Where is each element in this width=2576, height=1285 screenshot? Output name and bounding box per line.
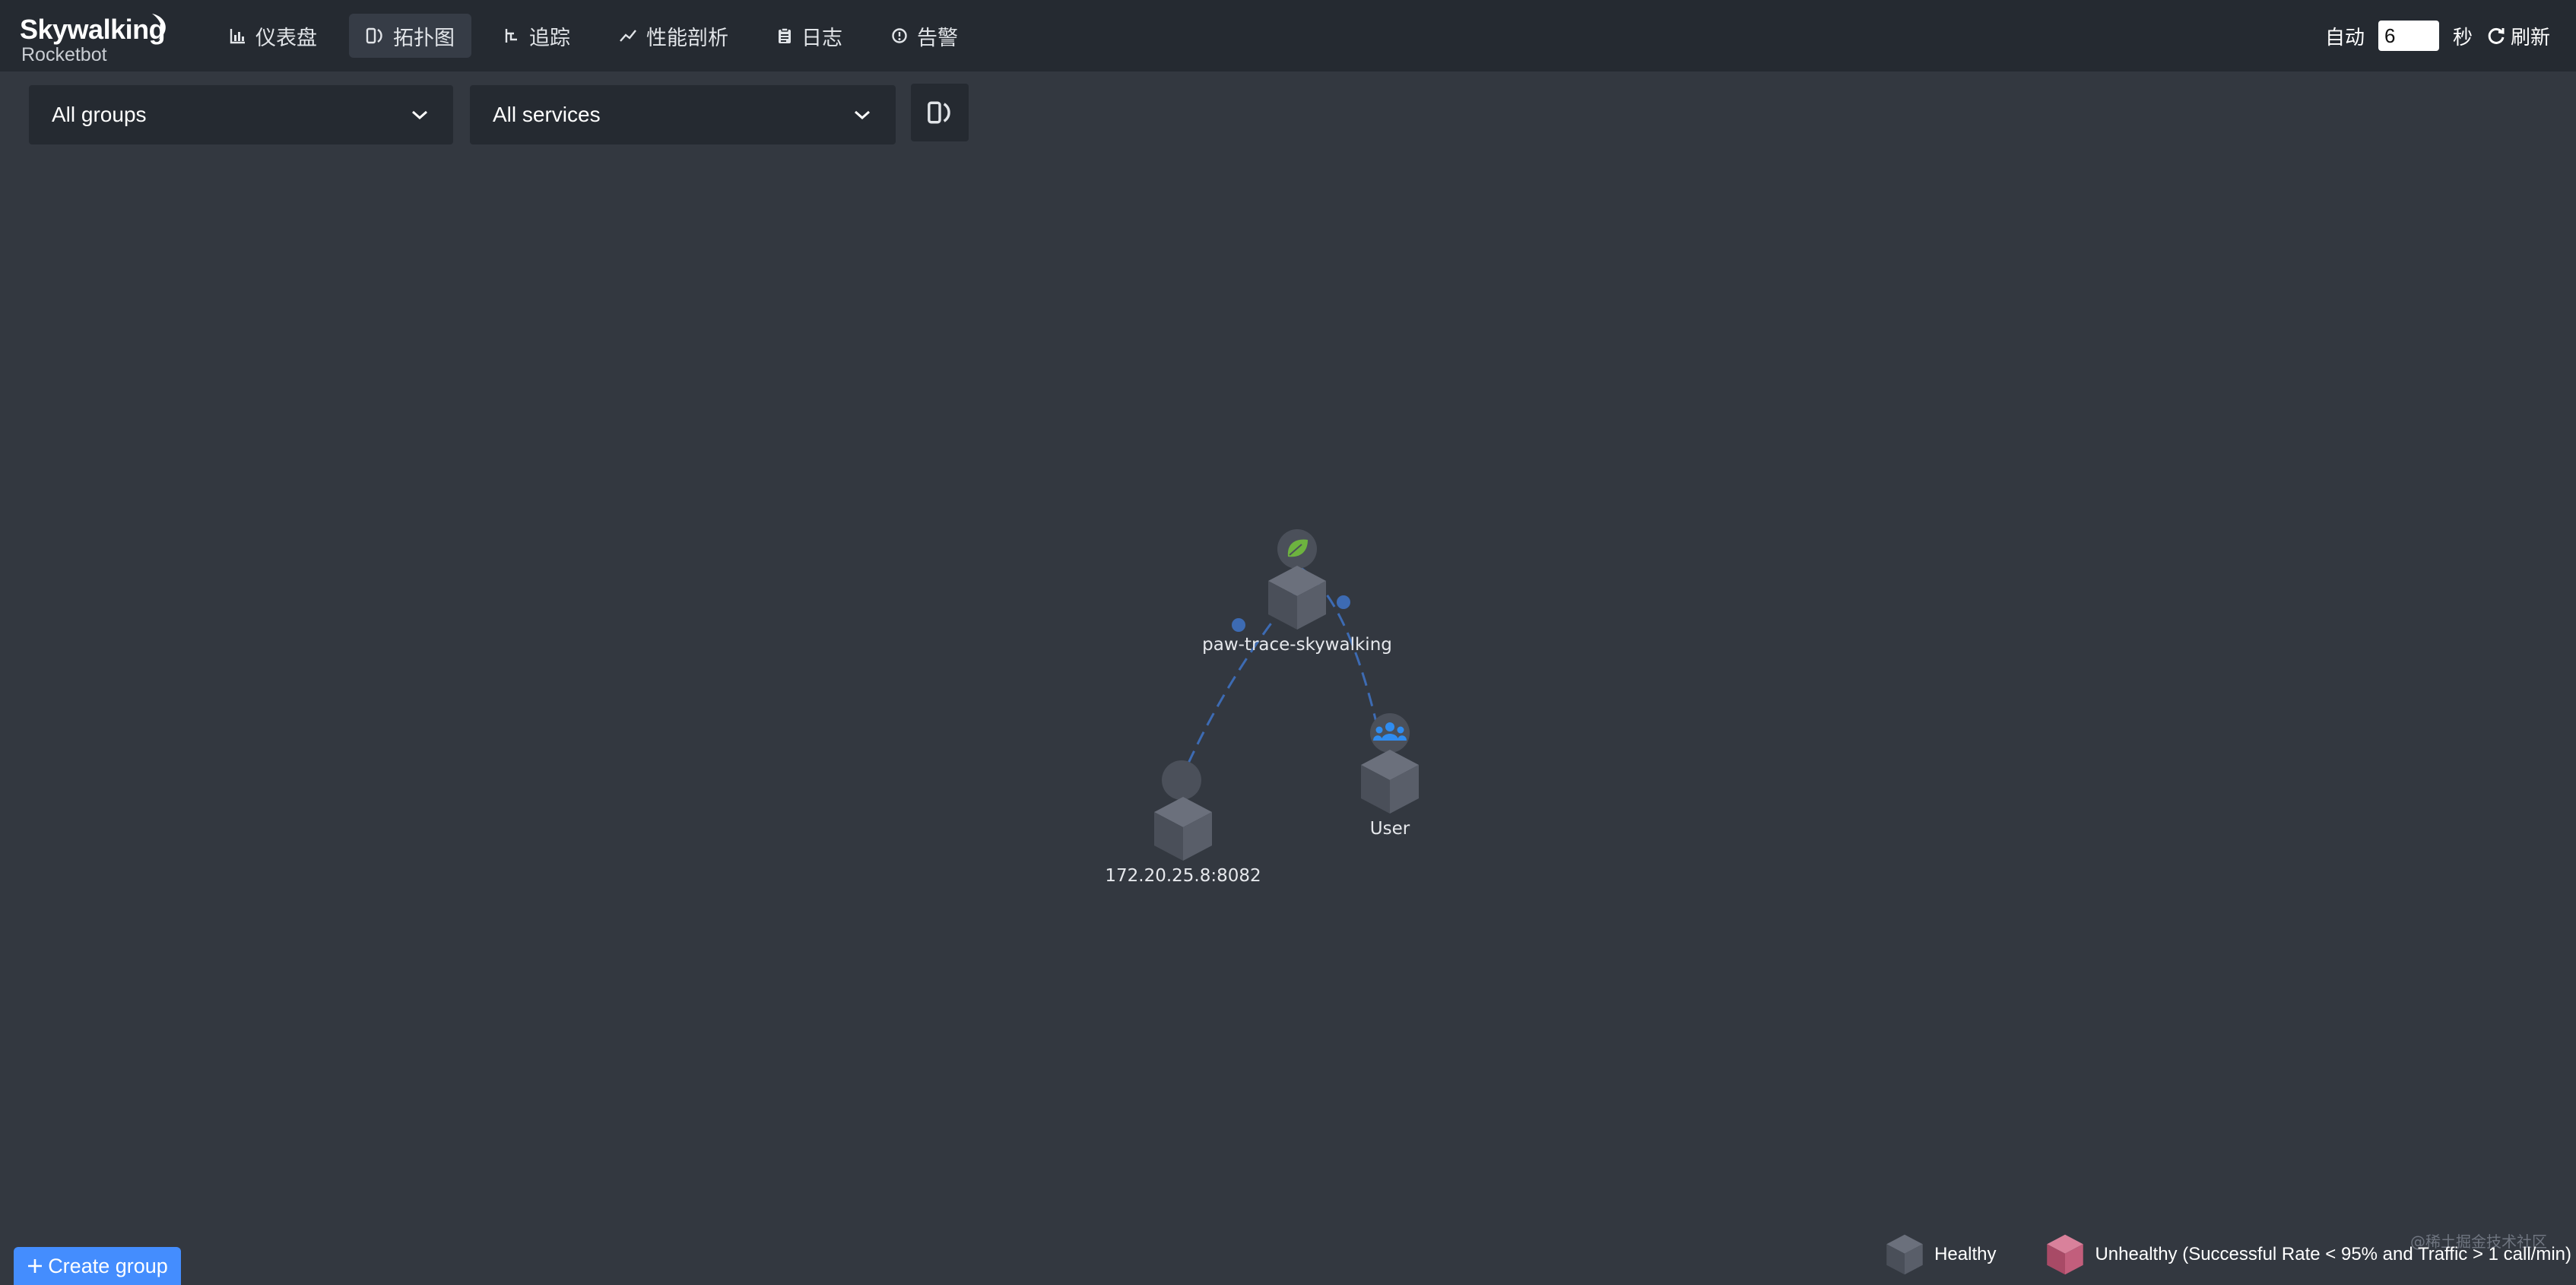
legend-healthy: Healthy (1886, 1233, 1996, 1277)
create-group-button[interactable]: Create group (14, 1247, 181, 1285)
unhealthy-cube-icon (2047, 1234, 2084, 1275)
unknown-service-icon (1162, 760, 1201, 800)
health-legend: Healthy Unhealthy (Successful Rate < 95%… (1886, 1224, 2576, 1285)
topology-node-172-20-25-8-8082[interactable] (1154, 760, 1212, 861)
node-label: User (1369, 819, 1410, 839)
node-label: 172.20.25.8:8082 (1105, 866, 1261, 886)
link-handle[interactable] (1232, 618, 1245, 632)
topology-node-user[interactable] (1361, 713, 1419, 814)
healthy-cube-icon (1886, 1234, 1923, 1275)
legend-unhealthy-label: Unhealthy (Successful Rate < 95% and Tra… (2095, 1244, 2571, 1264)
topology-node-paw-trace-skywalking[interactable] (1268, 529, 1326, 630)
plus-icon (28, 1259, 43, 1273)
node-label: paw-trace-skywalking (1202, 635, 1392, 655)
create-group-label: Create group (48, 1254, 168, 1277)
legend-healthy-label: Healthy (1934, 1244, 1997, 1264)
legend-unhealthy: Unhealthy (Successful Rate < 95% and Tra… (2046, 1233, 2571, 1277)
link-handle[interactable] (1337, 595, 1350, 609)
